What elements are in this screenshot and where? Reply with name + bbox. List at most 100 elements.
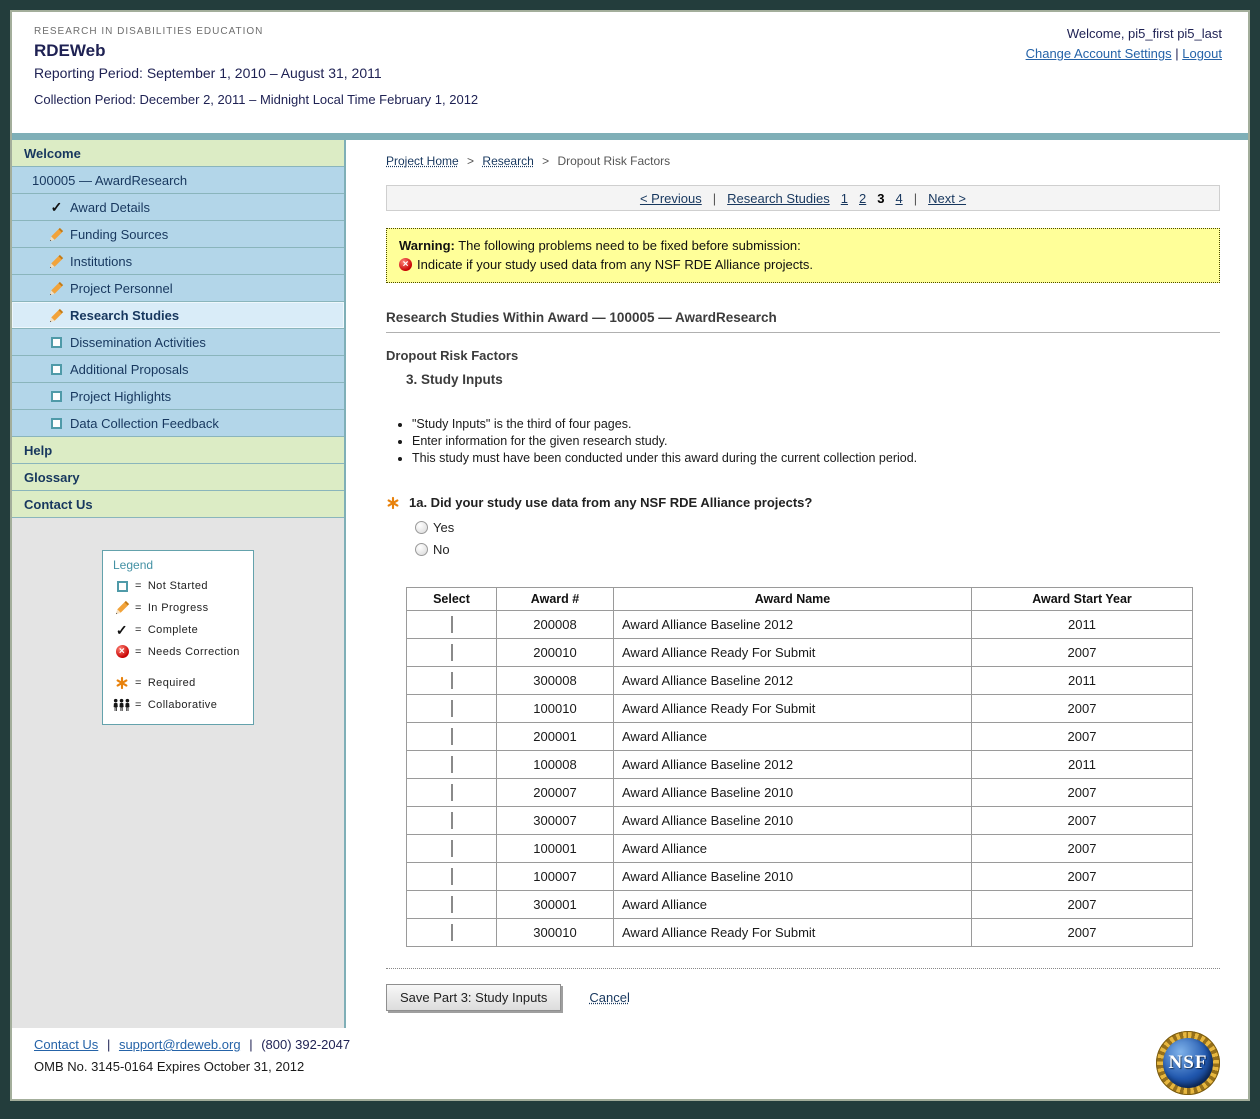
- required-asterisk-icon: [386, 496, 400, 513]
- nsf-logo: NSF: [1156, 1031, 1220, 1095]
- page-1-link[interactable]: 1: [841, 191, 848, 206]
- main-content: Project Home > Research > Dropout Risk F…: [346, 140, 1248, 1028]
- save-button[interactable]: Save Part 3: Study Inputs: [386, 984, 561, 1011]
- sidebar-item-glossary[interactable]: Glossary: [12, 464, 344, 491]
- nsf-logo-globe: NSF: [1163, 1038, 1213, 1088]
- radio-option-no[interactable]: No: [415, 542, 1220, 557]
- question-label: 1a. Did your study use data from any NSF…: [409, 495, 812, 510]
- row-select-checkbox[interactable]: [451, 700, 453, 717]
- sidebar: Welcome 100005 — AwardResearch Award Det…: [12, 140, 346, 1028]
- row-select-checkbox[interactable]: [451, 924, 453, 941]
- reporting-period: Reporting Period: September 1, 2010 – Au…: [34, 65, 1222, 81]
- row-select-checkbox[interactable]: [451, 784, 453, 801]
- sidebar-item-project-highlights[interactable]: Project Highlights: [12, 383, 344, 410]
- sidebar-item-contact-us[interactable]: Contact Us: [12, 491, 344, 518]
- table-row: 200001Award Alliance2007: [407, 723, 1193, 751]
- error-icon: [399, 258, 412, 271]
- in-progress-pencil-icon: [48, 281, 65, 296]
- previous-page-link[interactable]: < Previous: [640, 191, 702, 206]
- sidebar-item-research-studies[interactable]: Research Studies: [12, 302, 344, 329]
- sidebar-item-dissemination-activities[interactable]: Dissemination Activities: [12, 329, 344, 356]
- not-started-box-icon: [48, 337, 65, 348]
- form-divider: [386, 968, 1220, 969]
- table-row: 100007Award Alliance Baseline 20102007: [407, 863, 1193, 891]
- question-1a: 1a. Did your study use data from any NSF…: [386, 495, 1220, 513]
- row-select-checkbox[interactable]: [451, 812, 453, 829]
- in-progress-pencil-icon: [48, 254, 65, 269]
- pagination-bar: < Previous | Research Studies 1 2 3 4 | …: [386, 185, 1220, 211]
- yes-radio-button[interactable]: [415, 521, 428, 534]
- table-row: 200010Award Alliance Ready For Submit200…: [407, 639, 1193, 667]
- instruction-item: This study must have been conducted unde…: [412, 451, 1220, 465]
- instruction-item: Enter information for the given research…: [412, 434, 1220, 448]
- change-account-settings-link[interactable]: Change Account Settings: [1026, 46, 1172, 61]
- footer-contact-link[interactable]: Contact Us: [34, 1037, 98, 1052]
- not-started-box-icon: [48, 364, 65, 375]
- page-step-title: 3. Study Inputs: [406, 372, 1220, 387]
- row-select-checkbox[interactable]: [451, 840, 453, 857]
- section-title: Research Studies Within Award — 100005 —…: [386, 310, 1220, 333]
- breadcrumb-current: Dropout Risk Factors: [557, 154, 670, 168]
- warning-title: Warning:: [399, 238, 455, 253]
- breadcrumb-project-home-link[interactable]: Project Home: [386, 154, 459, 168]
- sidebar-item-funding-sources[interactable]: Funding Sources: [12, 221, 344, 248]
- column-header-select: Select: [407, 588, 497, 611]
- user-area: Welcome, pi5_first pi5_last Change Accou…: [1026, 24, 1222, 64]
- column-header-award-start-year: Award Start Year: [972, 588, 1193, 611]
- sidebar-item-institutions[interactable]: Institutions: [12, 248, 344, 275]
- table-row: 300008Award Alliance Baseline 20122011: [407, 667, 1193, 695]
- sidebar-item-welcome[interactable]: Welcome: [12, 140, 344, 167]
- legend-row: = Needs Correction: [113, 645, 243, 658]
- radio-option-yes[interactable]: Yes: [415, 520, 1220, 535]
- sidebar-item-data-collection-feedback[interactable]: Data Collection Feedback: [12, 410, 344, 437]
- row-select-checkbox[interactable]: [451, 644, 453, 661]
- footer-phone: (800) 392-2047: [261, 1037, 350, 1052]
- sidebar-item-award-details[interactable]: Award Details: [12, 194, 344, 221]
- table-header-row: Select Award # Award Name Award Start Ye…: [407, 588, 1193, 611]
- required-asterisk-icon: [113, 676, 131, 690]
- page-2-link[interactable]: 2: [859, 191, 866, 206]
- row-select-checkbox[interactable]: [451, 672, 453, 689]
- sidebar-item-additional-proposals[interactable]: Additional Proposals: [12, 356, 344, 383]
- legend-row: = In Progress: [113, 600, 243, 615]
- table-row: 200008Award Alliance Baseline 20122011: [407, 611, 1193, 639]
- page-4-link[interactable]: 4: [895, 191, 902, 206]
- header-divider: [12, 133, 1248, 140]
- page-footer: Contact Us | support@rdeweb.org | (800) …: [12, 1028, 1248, 1099]
- legend-row: = Collaborative: [113, 698, 243, 712]
- no-radio-button[interactable]: [415, 543, 428, 556]
- row-select-checkbox[interactable]: [451, 616, 453, 633]
- row-select-checkbox[interactable]: [451, 756, 453, 773]
- footer-email-link[interactable]: support@rdeweb.org: [119, 1037, 241, 1052]
- sidebar-item-project-personnel[interactable]: Project Personnel: [12, 275, 344, 302]
- breadcrumb-research-link[interactable]: Research: [482, 154, 533, 168]
- page-container: RESEARCH IN DISABILITIES EDUCATION RDEWe…: [10, 10, 1250, 1101]
- table-row: 300010Award Alliance Ready For Submit200…: [407, 919, 1193, 947]
- research-studies-link[interactable]: Research Studies: [727, 191, 830, 206]
- row-select-checkbox[interactable]: [451, 896, 453, 913]
- instructions-list: "Study Inputs" is the third of four page…: [386, 417, 1220, 465]
- awards-table: Select Award # Award Name Award Start Ye…: [406, 587, 1193, 947]
- table-row: 200007Award Alliance Baseline 20102007: [407, 779, 1193, 807]
- sidebar-item-help[interactable]: Help: [12, 437, 344, 464]
- row-select-checkbox[interactable]: [451, 728, 453, 745]
- not-started-box-icon: [113, 581, 131, 592]
- logout-link[interactable]: Logout: [1182, 46, 1222, 61]
- warning-box: Warning: The following problems need to …: [386, 228, 1220, 283]
- legend: Legend = Not Started = In Progress =: [102, 550, 254, 725]
- checkmark-icon: [113, 623, 131, 637]
- not-started-box-icon: [48, 391, 65, 402]
- next-page-link[interactable]: Next >: [928, 191, 966, 206]
- legend-row: = Not Started: [113, 580, 243, 592]
- legend-title: Legend: [113, 558, 243, 572]
- people-icon: [113, 698, 131, 712]
- table-row: 300007Award Alliance Baseline 20102007: [407, 807, 1193, 835]
- sidebar-item-award[interactable]: 100005 — AwardResearch: [12, 167, 344, 194]
- row-select-checkbox[interactable]: [451, 868, 453, 885]
- column-header-award-name: Award Name: [614, 588, 972, 611]
- instruction-item: "Study Inputs" is the third of four page…: [412, 417, 1220, 431]
- in-progress-pencil-icon: [48, 308, 65, 323]
- warning-message: The following problems need to be fixed …: [458, 238, 801, 253]
- table-row: 100008Award Alliance Baseline 20122011: [407, 751, 1193, 779]
- cancel-link[interactable]: Cancel: [589, 990, 629, 1005]
